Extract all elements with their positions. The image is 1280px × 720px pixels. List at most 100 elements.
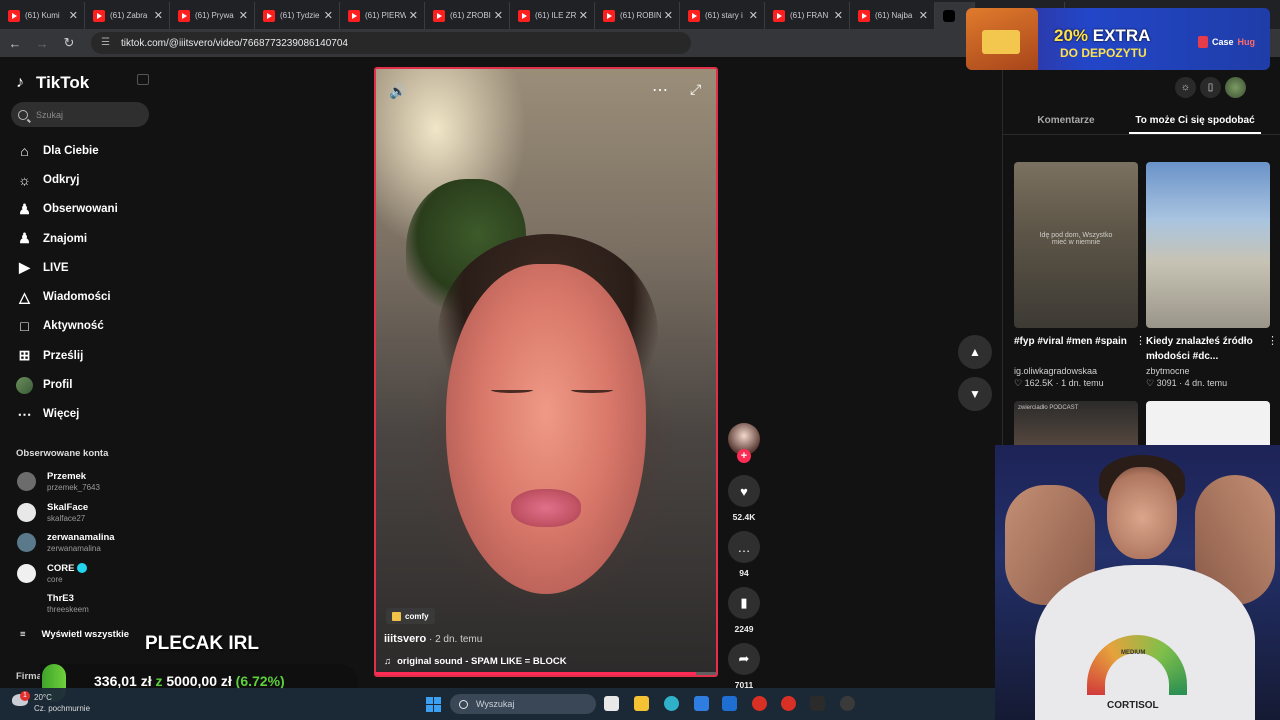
tab-recommended[interactable]: To może Ci się spodobać [1129, 109, 1261, 134]
thumbnail-caption: Idę pod dom, Wszystko mieć w niemnie [1039, 232, 1113, 246]
followed-account[interactable]: Przemek przemek_7643 [17, 471, 100, 492]
recommended-thumbnail[interactable]: zwierciadło PODCAST [1014, 401, 1138, 451]
ad-banner[interactable]: 20% EXTRA DO DEPOZYTU Case Hug [966, 8, 1270, 70]
more-options-icon[interactable]: ⋮ [1135, 334, 1146, 347]
store-icon[interactable] [694, 696, 709, 711]
chrome-icon[interactable] [781, 696, 796, 711]
nav-item[interactable]: Profil [0, 370, 160, 399]
recommended-user[interactable]: zbytmocne [1146, 366, 1270, 376]
nav-item[interactable]: ⋯ Więcej [0, 400, 160, 429]
nav-item-label: Znajomi [43, 232, 88, 245]
browser-tab[interactable]: (61) Prywa ✕ [170, 2, 255, 29]
phone-icon[interactable]: ▯ [1200, 77, 1221, 98]
browser-tab[interactable]: (61) ILE ZR ✕ [510, 2, 595, 29]
nav-item[interactable]: ▶ LIVE [0, 253, 160, 282]
browser-tab[interactable]: (61) Kumi ✕ [0, 2, 85, 29]
volume-icon[interactable]: 🔊 [389, 83, 406, 100]
browser-tab[interactable]: (61) PIERW ✕ [340, 2, 425, 29]
video-progress-bar[interactable] [376, 672, 716, 675]
more-options-icon[interactable]: ⋮ [1267, 334, 1278, 347]
creator-avatar[interactable]: + [728, 423, 760, 463]
recommended-card[interactable] [1146, 401, 1270, 451]
followed-account[interactable]: CORE core [17, 563, 88, 584]
next-video-button[interactable]: ▼ [958, 377, 992, 411]
edge-icon[interactable] [664, 696, 679, 711]
previous-video-button[interactable]: ▲ [958, 335, 992, 369]
browser-tab[interactable]: (61) FRAN ✕ [765, 2, 850, 29]
close-icon[interactable]: ✕ [749, 9, 758, 22]
recommended-thumbnail[interactable] [1146, 401, 1270, 451]
recommended-title[interactable]: Kiedy znalazłeś źródło młodości #dc... [1146, 334, 1270, 364]
footer-company-label[interactable]: Firma [16, 671, 42, 682]
chrome-icon[interactable] [752, 696, 767, 711]
follow-plus-icon[interactable]: + [737, 449, 751, 463]
windows-start-icon[interactable] [426, 697, 441, 712]
reload-icon[interactable]: ↻ [57, 31, 81, 55]
outlook-icon[interactable] [722, 696, 737, 711]
app-icon[interactable] [840, 696, 855, 711]
recommended-title[interactable]: #fyp #viral #men #spain [1014, 334, 1138, 364]
recommended-card[interactable]: Idę pod dom, Wszystko mieć w niemnie #fy… [1014, 162, 1146, 389]
nav-item[interactable]: ♟ Obserwowani [0, 195, 160, 224]
address-bar[interactable]: ☰ tiktok.com/@iiitsvero/video/7668773239… [91, 32, 691, 54]
video-author-name[interactable]: iiitsvero [384, 633, 426, 645]
nav-item[interactable]: ♟ Znajomi [0, 224, 160, 253]
epic-games-icon[interactable] [810, 696, 825, 711]
more-options-icon[interactable]: ⋯ [652, 80, 668, 100]
file-explorer-icon[interactable] [634, 696, 649, 711]
video-author[interactable]: iiitsvero · 2 dn. temu [384, 633, 482, 645]
browser-tab[interactable]: (61) ZROBI ✕ [425, 2, 510, 29]
browser-tab[interactable]: (61) ROBIN ✕ [595, 2, 680, 29]
nav-item[interactable]: □ Aktywność [0, 312, 160, 341]
like-button[interactable]: ♥ [728, 475, 760, 507]
close-icon[interactable]: ✕ [834, 9, 843, 22]
recommended-user[interactable]: ig.oliwkagradowskaa [1014, 366, 1138, 376]
close-icon[interactable]: ✕ [579, 9, 588, 22]
nav-item[interactable]: ☼ Odkryj [0, 165, 160, 194]
browser-tab[interactable]: (61) Tydzie ✕ [255, 2, 340, 29]
back-icon[interactable]: ← [3, 31, 27, 55]
taskbar-search[interactable]: Wyszukaj [450, 694, 596, 714]
browser-tab[interactable]: (61) stary i ✕ [680, 2, 765, 29]
recommended-thumbnail[interactable] [1146, 162, 1270, 328]
comment-button[interactable]: … [728, 531, 760, 563]
close-icon[interactable]: ✕ [239, 9, 248, 22]
show-all-button[interactable]: ≡ Wyświetl wszystkie [20, 629, 129, 640]
followed-account[interactable]: ThrE3 threeskeem [17, 593, 89, 614]
fullscreen-icon[interactable]: ⤢ [690, 81, 701, 98]
video-player[interactable]: 🔊 ⋯ ⤢ comfy iiitsvero · 2 dn. temu ♫ ori… [374, 67, 718, 677]
video-tag-chip[interactable]: comfy [386, 608, 435, 624]
task-view-icon[interactable] [604, 696, 619, 711]
compass-icon[interactable]: ☼ [1175, 77, 1196, 98]
recommended-card[interactable]: zwierciadło PODCAST [1014, 401, 1138, 451]
recommended-thumbnail[interactable]: Idę pod dom, Wszystko mieć w niemnie [1014, 162, 1138, 328]
browser-tab[interactable]: (61) Zabra ✕ [85, 2, 170, 29]
site-settings-icon[interactable]: ☰ [101, 37, 113, 49]
close-icon[interactable]: ✕ [494, 9, 503, 22]
search-input[interactable]: Szukaj [11, 102, 149, 127]
followed-account[interactable]: zerwanamalina zerwanamalina [17, 532, 115, 553]
tiktok-logo[interactable]: ♪ TikTok [16, 73, 89, 93]
forward-icon[interactable]: → [30, 31, 54, 55]
save-button[interactable]: ▮ [728, 587, 760, 619]
browser-tab[interactable]: (61) Najba ✕ [850, 2, 935, 29]
close-icon[interactable]: ✕ [409, 9, 418, 22]
nav-item[interactable]: ⊞ Prześlij [0, 341, 160, 370]
live-icon: ▶ [19, 259, 30, 276]
user-avatar[interactable] [1225, 77, 1246, 98]
recommended-card[interactable]: Kiedy znalazłeś źródło młodości #dc... z… [1146, 162, 1278, 389]
close-icon[interactable]: ✕ [154, 9, 163, 22]
youtube-icon [93, 9, 105, 22]
followed-account[interactable]: SkalFace skalface27 [17, 502, 88, 523]
share-button[interactable]: ➦ [728, 643, 760, 675]
show-all-label: Wyświetl wszystkie [41, 629, 130, 640]
nav-item[interactable]: ⌂ Dla Ciebie [0, 136, 160, 165]
close-icon[interactable]: ✕ [324, 9, 333, 22]
collapse-sidebar-icon[interactable] [137, 74, 149, 85]
nav-item[interactable]: △ Wiadomości [0, 282, 160, 311]
tab-comments[interactable]: Komentarze [1003, 109, 1129, 134]
close-icon[interactable]: ✕ [69, 9, 78, 22]
video-sound[interactable]: ♫ original sound - SPAM LIKE = BLOCK [384, 656, 567, 667]
close-icon[interactable]: ✕ [919, 9, 928, 22]
close-icon[interactable]: ✕ [664, 9, 673, 22]
